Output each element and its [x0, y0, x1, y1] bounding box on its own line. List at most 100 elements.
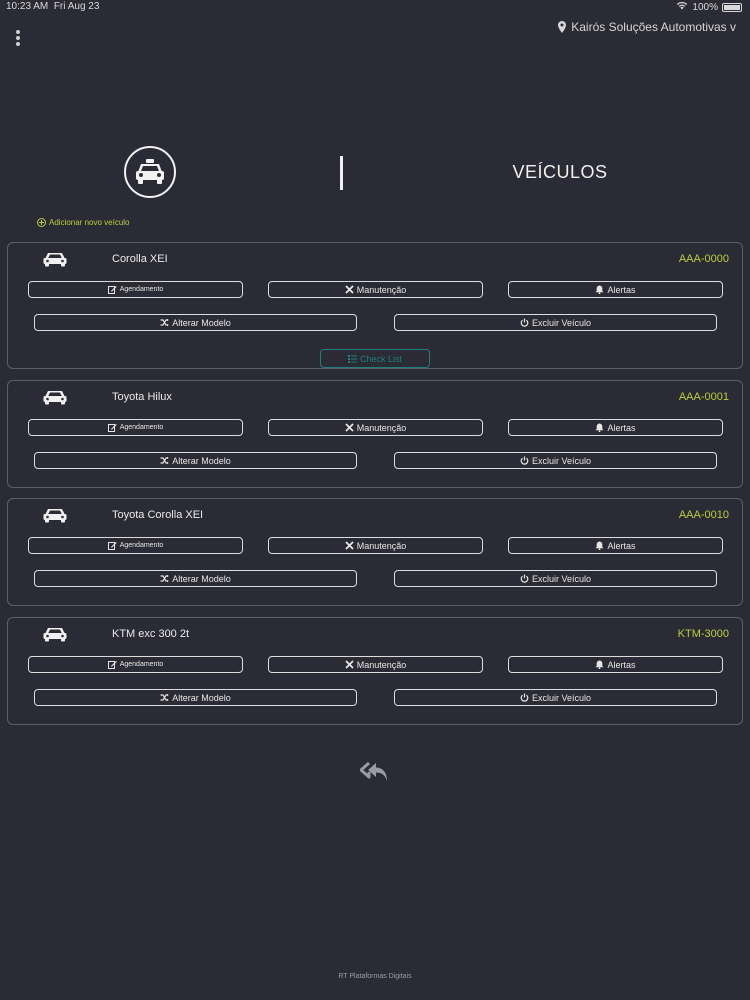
add-vehicle-label: Adicionar novo veículo — [49, 218, 130, 227]
manutencao-label: Manutenção — [356, 422, 407, 433]
shuffle-icon — [160, 693, 169, 702]
edit-icon — [107, 286, 117, 294]
menu-dot-icon — [16, 36, 20, 40]
power-icon — [520, 574, 529, 583]
excluir-veiculo-button[interactable]: Excluir Veículo — [394, 570, 717, 587]
shuffle-icon — [160, 318, 169, 327]
alterar-modelo-button[interactable]: Alterar Modelo — [34, 452, 357, 469]
menu-dot-icon — [16, 30, 20, 34]
bell-icon — [595, 423, 604, 432]
car-icon — [43, 628, 67, 642]
footer-credit: RT Plataformas Digitais — [338, 973, 412, 980]
shuffle-icon — [160, 456, 169, 465]
vehicle-card: Corolla XEI AAA-0000 Agendamento Manuten… — [7, 242, 743, 369]
alertas-button[interactable]: Alertas — [508, 656, 723, 673]
power-icon — [520, 693, 529, 702]
vehicle-name: Toyota Hilux — [112, 391, 172, 403]
battery-icon — [722, 2, 742, 12]
excluir-veiculo-label: Excluir Veículo — [531, 455, 592, 466]
power-icon — [520, 318, 529, 327]
alertas-button[interactable]: Alertas — [508, 537, 723, 554]
alterar-modelo-label: Alterar Modelo — [172, 692, 231, 703]
bell-icon — [595, 660, 604, 669]
vehicle-name: Corolla XEI — [112, 253, 168, 265]
tools-icon — [345, 541, 354, 550]
power-icon — [520, 456, 529, 465]
alertas-label: Alertas — [607, 540, 636, 551]
alertas-label: Alertas — [607, 422, 636, 433]
alertas-button[interactable]: Alertas — [508, 281, 723, 298]
taxi-icon — [124, 146, 176, 198]
excluir-veiculo-button[interactable]: Excluir Veículo — [394, 452, 717, 469]
excluir-veiculo-button[interactable]: Excluir Veículo — [394, 689, 717, 706]
alterar-modelo-button[interactable]: Alterar Modelo — [34, 689, 357, 706]
vehicle-name: Toyota Corolla XEI — [112, 509, 204, 521]
company-name: Kairós Soluções Automotivas v — [571, 20, 736, 34]
excluir-veiculo-label: Excluir Veículo — [531, 692, 592, 703]
plus-circle-icon — [37, 218, 46, 227]
alterar-modelo-label: Alterar Modelo — [172, 455, 231, 466]
agendamento-button[interactable]: Agendamento — [28, 281, 243, 298]
status-right: 100% — [676, 1, 742, 13]
agendamento-label: Agendamento — [119, 661, 164, 668]
manutencao-label: Manutenção — [356, 540, 407, 551]
vehicle-card: KTM exc 300 2t KTM-3000 Agendamento Manu… — [7, 617, 743, 725]
vehicle-card: Toyota Corolla XEI AAA-0010 Agendamento … — [7, 498, 743, 606]
alterar-modelo-label: Alterar Modelo — [172, 573, 231, 584]
list-icon — [347, 354, 357, 363]
hero-divider — [340, 156, 343, 190]
car-icon — [43, 391, 67, 405]
wifi-icon — [676, 1, 688, 13]
alertas-button[interactable]: Alertas — [508, 419, 723, 436]
agendamento-button[interactable]: Agendamento — [28, 656, 243, 673]
alterar-modelo-button[interactable]: Alterar Modelo — [34, 570, 357, 587]
agendamento-button[interactable]: Agendamento — [28, 419, 243, 436]
reply-all-icon — [359, 761, 387, 781]
excluir-veiculo-label: Excluir Veículo — [531, 317, 592, 328]
excluir-veiculo-label: Excluir Veículo — [531, 573, 592, 584]
agendamento-label: Agendamento — [119, 286, 164, 293]
location-pin-icon — [558, 21, 567, 33]
edit-icon — [107, 661, 117, 669]
edit-icon — [107, 542, 117, 550]
vehicle-card: Toyota Hilux AAA-0001 Agendamento Manute… — [7, 380, 743, 488]
agendamento-label: Agendamento — [119, 424, 164, 431]
alertas-label: Alertas — [607, 659, 636, 670]
manutencao-label: Manutenção — [356, 284, 407, 295]
bell-icon — [595, 541, 604, 550]
tools-icon — [345, 660, 354, 669]
excluir-veiculo-button[interactable]: Excluir Veículo — [394, 314, 717, 331]
add-vehicle-link[interactable]: Adicionar novo veículo — [37, 218, 130, 227]
car-icon — [43, 509, 67, 523]
alterar-modelo-label: Alterar Modelo — [172, 317, 231, 328]
status-time: 10:23 AM Fri Aug 23 — [6, 1, 100, 12]
edit-icon — [107, 424, 117, 432]
manutencao-button[interactable]: Manutenção — [268, 656, 483, 673]
alterar-modelo-button[interactable]: Alterar Modelo — [34, 314, 357, 331]
back-button[interactable] — [359, 760, 390, 784]
car-icon — [43, 253, 67, 267]
manutencao-button[interactable]: Manutenção — [268, 537, 483, 554]
agendamento-button[interactable]: Agendamento — [28, 537, 243, 554]
menu-dot-icon — [16, 42, 20, 46]
manutencao-label: Manutenção — [356, 659, 407, 670]
vehicle-plate: AAA-0010 — [678, 509, 729, 521]
tools-icon — [345, 423, 354, 432]
agendamento-label: Agendamento — [119, 542, 164, 549]
page-title: VEÍCULOS — [512, 162, 608, 182]
check-list-button[interactable]: Check List — [320, 349, 430, 368]
bell-icon — [595, 285, 604, 294]
more-menu-button[interactable] — [12, 30, 24, 48]
tools-icon — [345, 285, 354, 294]
manutencao-button[interactable]: Manutenção — [268, 281, 483, 298]
vehicle-name: KTM exc 300 2t — [112, 628, 190, 640]
vehicle-plate: KTM-3000 — [677, 628, 729, 640]
status-bar: 10:23 AM Fri Aug 23 100% — [0, 0, 750, 14]
vehicle-plate: AAA-0000 — [678, 253, 729, 265]
alertas-label: Alertas — [607, 284, 636, 295]
company-selector[interactable]: Kairós Soluções Automotivas v — [557, 20, 736, 34]
vehicle-plate: AAA-0001 — [678, 391, 729, 403]
check-list-label: Check List — [359, 353, 403, 364]
battery-percent: 100% — [692, 1, 718, 13]
manutencao-button[interactable]: Manutenção — [268, 419, 483, 436]
